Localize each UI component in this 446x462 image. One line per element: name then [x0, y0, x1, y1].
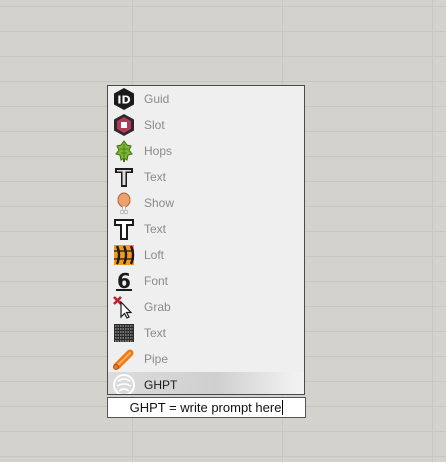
search-result-label: Guid: [144, 92, 170, 106]
text-pattern-icon: [111, 320, 137, 346]
search-result-label: Show: [144, 196, 175, 210]
search-result-label: Font: [144, 274, 169, 288]
search-result-label: Hops: [144, 144, 173, 158]
search-result-label: GHPT: [144, 378, 178, 392]
search-result-label: Pipe: [144, 352, 169, 366]
search-result-label: Text: [144, 170, 167, 184]
component-search-input[interactable]: GHPT = write prompt here: [107, 397, 306, 418]
svg-text:ID: ID: [117, 94, 130, 107]
search-result-label: Text: [144, 222, 167, 236]
search-result-text-3[interactable]: Text: [108, 320, 304, 346]
search-result-hops[interactable]: Hops: [108, 138, 304, 164]
search-result-text-2[interactable]: Text: [108, 216, 304, 242]
grab-cursor-icon: [111, 294, 137, 320]
search-result-text[interactable]: Text: [108, 164, 304, 190]
component-search-popup: ID Guid Slot Hops Text Show Text Loft 6 …: [107, 85, 305, 395]
search-result-show[interactable]: Show: [108, 190, 304, 216]
text-t-icon: [111, 164, 137, 190]
search-result-label: Grab: [144, 300, 171, 314]
slot-hexagon-icon: [111, 112, 137, 138]
ghpt-icon: [111, 372, 137, 394]
guid-hexagon-icon: ID: [111, 86, 137, 112]
text-caret: [282, 400, 284, 415]
loft-icon: [111, 242, 137, 268]
show-drumstick-icon: [111, 190, 137, 216]
search-input-text: GHPT = write prompt here: [129, 400, 282, 415]
search-result-label: Loft: [144, 248, 165, 262]
search-result-ghpt[interactable]: GHPT: [108, 372, 304, 394]
search-result-grab[interactable]: Grab: [108, 294, 304, 320]
search-result-pipe[interactable]: Pipe: [108, 346, 304, 372]
search-result-label: Slot: [144, 118, 165, 132]
pipe-icon: [111, 346, 137, 372]
font-icon: 6: [111, 268, 137, 294]
search-result-font[interactable]: 6 Font: [108, 268, 304, 294]
hops-icon: [111, 138, 137, 164]
text-outline-t-icon: [111, 216, 137, 242]
search-result-label: Text: [144, 326, 167, 340]
search-result-loft[interactable]: Loft: [108, 242, 304, 268]
search-result-slot[interactable]: Slot: [108, 112, 304, 138]
search-result-guid[interactable]: ID Guid: [108, 86, 304, 112]
